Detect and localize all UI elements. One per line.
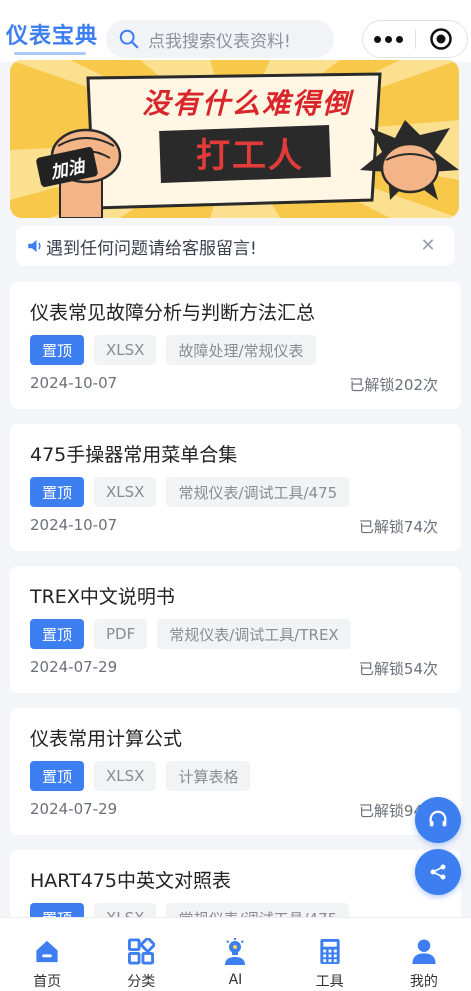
tab-tools[interactable]: 工具 xyxy=(290,918,370,991)
share-button[interactable] xyxy=(415,849,461,895)
promo-banner[interactable]: 加油 没有什么难得倒 打工人 xyxy=(10,60,459,218)
tab-category[interactable]: 分类 xyxy=(101,918,181,991)
format-tag: PDF xyxy=(94,619,148,649)
share-icon xyxy=(430,864,446,880)
tab-ai[interactable]: AI xyxy=(195,918,275,991)
format-tag: XLSX xyxy=(94,477,157,507)
headset-icon xyxy=(429,810,447,827)
customer-service-button[interactable] xyxy=(415,797,461,843)
tab-home[interactable]: 首页 xyxy=(7,918,87,991)
tab-profile[interactable]: 我的 xyxy=(384,918,464,991)
app-title: 仪表宝典 xyxy=(6,24,99,49)
search-bar[interactable]: 点我搜索仪表资料! xyxy=(106,20,334,58)
tab-label: 我的 xyxy=(409,974,438,990)
search-icon xyxy=(119,29,139,49)
close-miniprogram-button[interactable] xyxy=(415,27,467,51)
document-card[interactable]: 仪表常见故障分析与判断方法汇总 置顶 XLSX 故障处理/常规仪表 2024-1… xyxy=(10,282,461,409)
pinned-badge: 置顶 xyxy=(30,619,85,649)
category-tag: 常规仪表/调试工具/475 xyxy=(166,477,350,507)
category-tag: 计算表格 xyxy=(166,761,251,791)
calculator-icon xyxy=(320,938,340,965)
ai-icon xyxy=(225,938,246,965)
miniprogram-capsule xyxy=(362,20,468,58)
category-tag: 常规仪表/调试工具/TREX xyxy=(157,619,351,649)
document-card[interactable]: TREX中文说明书 置顶 PDF 常规仪表/调试工具/TREX 2024-07-… xyxy=(10,566,461,693)
tab-label: AI xyxy=(228,972,243,988)
pinned-badge: 置顶 xyxy=(30,335,85,365)
format-tag: XLSX xyxy=(94,335,157,365)
unlock-count: 已解锁74次 xyxy=(358,518,438,536)
document-date: 2024-10-07 xyxy=(30,374,118,392)
tab-label: 工具 xyxy=(315,974,344,990)
document-title: HART475中英文对照表 xyxy=(30,870,231,892)
title-underline xyxy=(14,52,86,55)
document-title: 仪表常用计算公式 xyxy=(30,728,183,750)
document-date: 2024-10-07 xyxy=(30,516,118,534)
close-icon[interactable]: ✕ xyxy=(418,236,438,256)
unlock-count: 已解锁202次 xyxy=(349,376,438,394)
document-date: 2024-07-29 xyxy=(30,658,118,676)
document-date: 2024-07-29 xyxy=(30,800,118,818)
home-icon xyxy=(36,940,58,963)
document-title: TREX中文说明书 xyxy=(30,586,175,608)
unlock-count: 已解锁54次 xyxy=(358,660,438,678)
document-card[interactable]: 仪表常用计算公式 置顶 XLSX 计算表格 2024-07-29 已解锁94次 xyxy=(10,708,461,835)
bottom-tab-bar: 首页 分类 AI 工具 我的 xyxy=(0,917,471,991)
search-placeholder: 点我搜索仪表资料! xyxy=(148,31,291,52)
top-header: 仪表宝典 点我搜索仪表资料! xyxy=(0,0,471,62)
pinned-badge: 置顶 xyxy=(30,477,85,507)
document-title: 475手操器常用菜单合集 xyxy=(30,444,238,466)
format-tag: XLSX xyxy=(94,761,157,791)
banner-subheadline: 打工人 xyxy=(196,136,304,176)
document-card[interactable]: 475手操器常用菜单合集 置顶 XLSX 常规仪表/调试工具/475 2024-… xyxy=(10,424,461,551)
notice-bar: 遇到任何问题请给客服留言! ✕ xyxy=(16,226,454,266)
notice-text: 遇到任何问题请给客服留言! xyxy=(46,238,257,259)
target-icon xyxy=(430,28,452,50)
banner-headline: 没有什么难得倒 xyxy=(141,87,352,120)
pinned-badge: 置顶 xyxy=(30,761,85,791)
user-icon xyxy=(412,939,436,965)
category-tag: 故障处理/常规仪表 xyxy=(166,335,316,365)
category-icon xyxy=(128,938,156,965)
document-title: 仪表常见故障分析与判断方法汇总 xyxy=(30,302,316,324)
speaker-icon xyxy=(28,240,41,252)
tab-label: 首页 xyxy=(33,974,62,990)
more-menu-button[interactable] xyxy=(363,35,415,43)
tab-label: 分类 xyxy=(127,974,156,990)
